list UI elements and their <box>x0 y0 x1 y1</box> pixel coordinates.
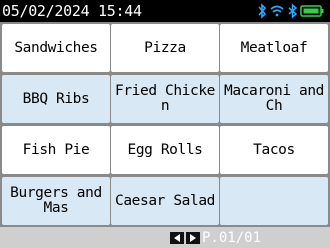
menu-item-tacos[interactable]: Tacos <box>220 126 328 174</box>
menu-item-egg-rolls[interactable]: Egg Rolls <box>111 126 219 174</box>
menu-item-pizza[interactable]: Pizza <box>111 24 219 72</box>
battery-icon <box>300 5 324 17</box>
menu-item-bbq-ribs[interactable]: BBQ Ribs <box>2 75 110 123</box>
menu-grid: Sandwiches Pizza Meatloaf BBQ Ribs Fried… <box>0 22 330 227</box>
status-datetime: 05/02/2024 15:44 <box>2 2 142 20</box>
status-bar: 05/02/2024 15:44 <box>0 0 330 22</box>
menu-item-burgers-and-mash[interactable]: Burgers and Mas <box>2 177 110 225</box>
bluetooth-icon <box>288 3 298 19</box>
status-icons-svg <box>258 3 324 19</box>
menu-item-fish-pie[interactable]: Fish Pie <box>2 126 110 174</box>
menu-item-macaroni-and-cheese[interactable]: Macaroni and Ch <box>220 75 328 123</box>
menu-item-empty <box>220 177 328 225</box>
menu-item-sandwiches[interactable]: Sandwiches <box>2 24 110 72</box>
bluetooth-icon <box>258 3 267 19</box>
wifi-icon <box>270 5 284 17</box>
menu-item-fried-chicken[interactable]: Fried Chicke n <box>111 75 219 123</box>
prev-page-button[interactable] <box>170 232 184 244</box>
menu-item-meatloaf[interactable]: Meatloaf <box>220 24 328 72</box>
chevron-left-icon <box>174 234 180 242</box>
next-page-button[interactable] <box>186 232 200 244</box>
footer-bar: P.01/01 <box>0 227 330 248</box>
page-indicator: P.01/01 <box>202 230 262 246</box>
menu-item-caesar-salad[interactable]: Caesar Salad <box>111 177 219 225</box>
status-icons <box>256 3 326 19</box>
chevron-right-icon <box>190 234 196 242</box>
